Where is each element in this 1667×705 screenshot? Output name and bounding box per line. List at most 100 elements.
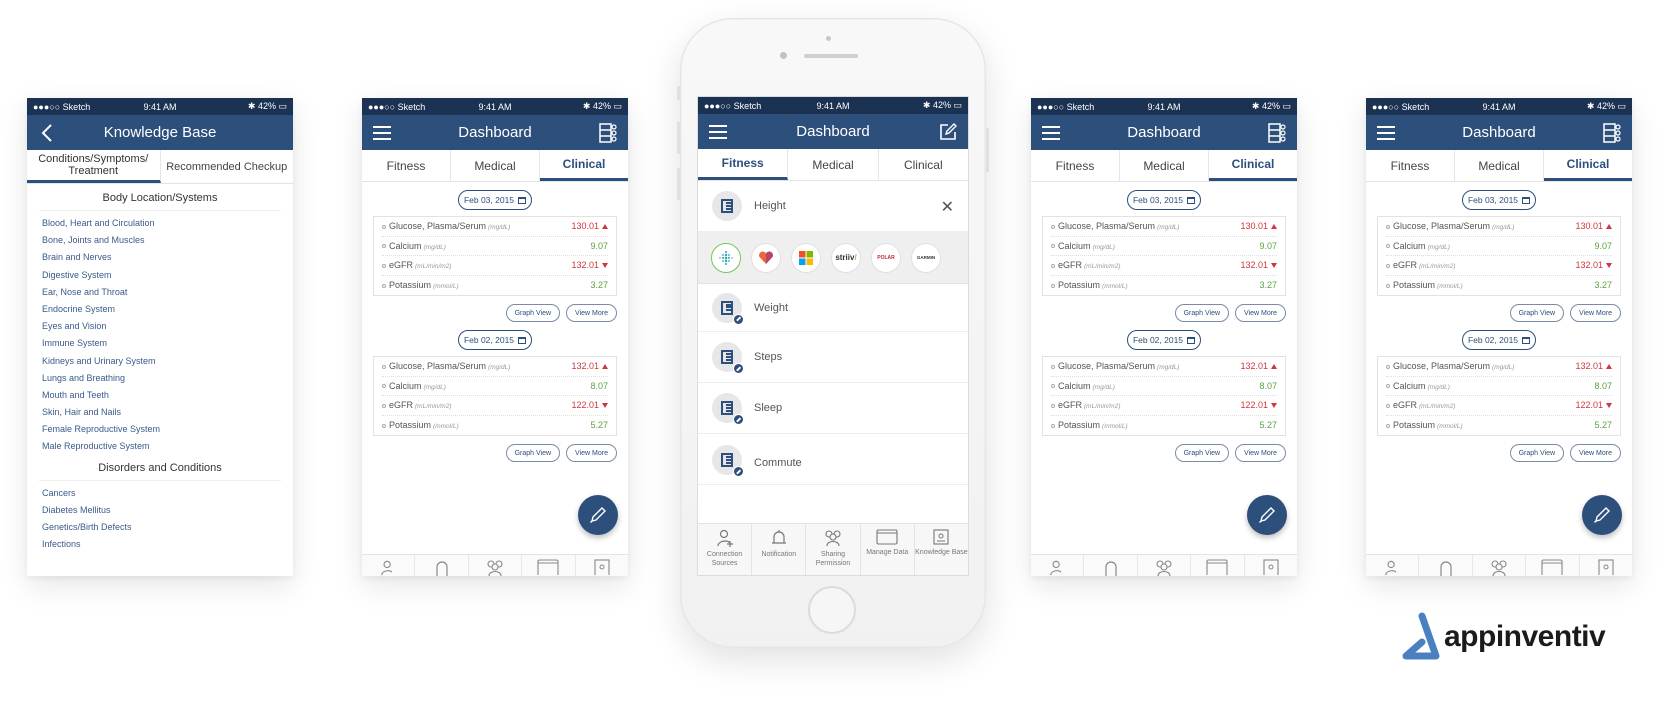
tab-label: Sharing Permission	[815, 551, 851, 567]
edit-fab-button[interactable]	[1247, 495, 1287, 535]
back-icon[interactable]	[37, 123, 57, 143]
date-picker-button[interactable]: Feb 03, 2015	[1462, 190, 1536, 210]
tab-notification[interactable]	[1419, 555, 1473, 576]
view-more-button[interactable]: View More	[1570, 304, 1621, 322]
tab-connection-sources[interactable]: Connection Sources	[698, 524, 753, 575]
tab-fitness[interactable]: Fitness	[1031, 150, 1120, 181]
list-item[interactable]: Infections	[42, 536, 278, 553]
menu-icon[interactable]	[1041, 123, 1061, 143]
list-item[interactable]: Lungs and Breathing	[42, 370, 278, 387]
tab-notification[interactable]	[1084, 555, 1138, 576]
tab-manage-data[interactable]	[1526, 555, 1580, 576]
date-picker-button[interactable]: Feb 03, 2015	[1127, 190, 1201, 210]
menu-icon[interactable]	[708, 122, 728, 142]
tab-connection-sources[interactable]	[362, 555, 416, 576]
tab-manage-data[interactable]	[522, 555, 576, 576]
striiv-icon[interactable]: striiv /	[831, 242, 861, 273]
garmin-icon[interactable]: GARMIN	[911, 242, 941, 273]
fitness-item[interactable]: Steps	[698, 332, 968, 383]
tab-medical[interactable]: Medical	[788, 149, 879, 180]
apple-health-icon[interactable]	[751, 242, 781, 273]
tab-knowledge-base[interactable]	[1245, 555, 1297, 576]
tab-connection-sources[interactable]	[1366, 555, 1420, 576]
fitbit-icon[interactable]	[711, 242, 741, 273]
tab-conditions[interactable]: Conditions/Symptoms/ Treatment	[27, 150, 161, 183]
list-item[interactable]: Eyes and Vision	[42, 318, 278, 335]
item-label: Commute	[754, 457, 802, 469]
list-item[interactable]: Blood, Heart and Circulation	[42, 215, 278, 232]
tab-clinical[interactable]: Clinical	[540, 150, 628, 181]
graph-view-button[interactable]: Graph View	[1174, 444, 1230, 462]
date-picker-button[interactable]: Feb 02, 2015	[458, 330, 532, 350]
graph-view-button[interactable]: Graph View	[1174, 304, 1230, 322]
home-button[interactable]	[808, 586, 856, 634]
tab-fitness[interactable]: Fitness	[698, 149, 789, 180]
test-unit: (mmol/L)	[1437, 423, 1463, 431]
graph-view-button[interactable]: Graph View	[1509, 444, 1565, 462]
tab-manage-data[interactable]: Manage Data	[861, 524, 915, 575]
date-picker-button[interactable]: Feb 03, 2015	[458, 190, 532, 210]
list-item[interactable]: Endocrine System	[42, 301, 278, 318]
tab-manage-data[interactable]	[1191, 555, 1245, 576]
fitness-item-expanded[interactable]: Height ✕	[698, 181, 968, 232]
list-item[interactable]: Diabetes Mellitus	[42, 502, 278, 519]
tab-medical[interactable]: Medical	[1455, 150, 1544, 181]
microsoft-health-icon[interactable]	[791, 242, 821, 273]
menu-icon[interactable]	[1376, 123, 1396, 143]
tab-clinical[interactable]: Clinical	[1209, 150, 1297, 181]
tab-notification[interactable]	[415, 555, 469, 576]
tab-sharing-permission[interactable]: Sharing Permission	[806, 524, 861, 575]
edit-fab-button[interactable]	[1582, 495, 1622, 535]
view-more-button[interactable]: View More	[1235, 444, 1286, 462]
fitness-item[interactable]: Weight	[698, 284, 968, 332]
tab-clinical[interactable]: Clinical	[879, 149, 968, 180]
tab-connection-sources[interactable]	[1031, 555, 1085, 576]
filter-tree-icon[interactable]	[1267, 123, 1287, 143]
list-item[interactable]: Male Reproductive System	[42, 438, 278, 455]
view-more-button[interactable]: View More	[1570, 444, 1621, 462]
list-item[interactable]: Cancers	[42, 485, 278, 502]
value-text: 132.01	[1575, 361, 1603, 372]
list-item[interactable]: Bone, Joints and Muscles	[42, 232, 278, 249]
list-item[interactable]: Skin, Hair and Nails	[42, 404, 278, 421]
filter-tree-icon[interactable]	[1602, 123, 1622, 143]
tab-notification[interactable]: Notification	[752, 524, 807, 575]
tab-knowledge-base[interactable]	[576, 555, 628, 576]
date-picker-button[interactable]: Feb 02, 2015	[1462, 330, 1536, 350]
date-picker-button[interactable]: Feb 02, 2015	[1127, 330, 1201, 350]
fitness-item[interactable]: Sleep	[698, 383, 968, 434]
filter-tree-icon[interactable]	[598, 123, 618, 143]
list-item[interactable]: Female Reproductive System	[42, 421, 278, 438]
graph-view-button[interactable]: Graph View	[505, 444, 561, 462]
graph-view-button[interactable]: Graph View	[1509, 304, 1565, 322]
tab-fitness[interactable]: Fitness	[362, 150, 451, 181]
list-item[interactable]: Genetics/Birth Defects	[42, 519, 278, 536]
tab-fitness[interactable]: Fitness	[1366, 150, 1455, 181]
tab-medical[interactable]: Medical	[451, 150, 540, 181]
view-more-button[interactable]: View More	[566, 444, 617, 462]
tab-medical[interactable]: Medical	[1120, 150, 1209, 181]
graph-view-button[interactable]: Graph View	[505, 304, 561, 322]
menu-icon[interactable]	[372, 123, 392, 143]
list-item[interactable]: Mouth and Teeth	[42, 387, 278, 404]
edit-fab-button[interactable]	[578, 495, 618, 535]
view-more-button[interactable]: View More	[566, 304, 617, 322]
list-item[interactable]: Kidneys and Urinary System	[42, 353, 278, 370]
tab-sharing-permission[interactable]	[469, 555, 523, 576]
view-more-button[interactable]: View More	[1235, 304, 1286, 322]
list-item[interactable]: Immune System	[42, 335, 278, 352]
list-item[interactable]: Digestive System	[42, 267, 278, 284]
compose-icon[interactable]	[938, 122, 958, 142]
list-item[interactable]: Ear, Nose and Throat	[42, 284, 278, 301]
fitness-item[interactable]: Commute	[698, 434, 968, 485]
tab-recommended-checkup[interactable]: Recommended Checkup	[161, 150, 294, 183]
tab-sharing-permission[interactable]	[1138, 555, 1192, 576]
test-name: Glucose, Plasma/Serum	[389, 221, 487, 232]
close-icon[interactable]: ✕	[941, 197, 954, 217]
polar-icon[interactable]: POLAR	[871, 242, 901, 273]
list-item[interactable]: Brain and Nerves	[42, 249, 278, 266]
tab-knowledge-base[interactable]: Knowledge Base	[915, 524, 968, 575]
tab-sharing-permission[interactable]	[1473, 555, 1527, 576]
tab-clinical[interactable]: Clinical	[1544, 150, 1632, 181]
tab-knowledge-base[interactable]	[1580, 555, 1632, 576]
